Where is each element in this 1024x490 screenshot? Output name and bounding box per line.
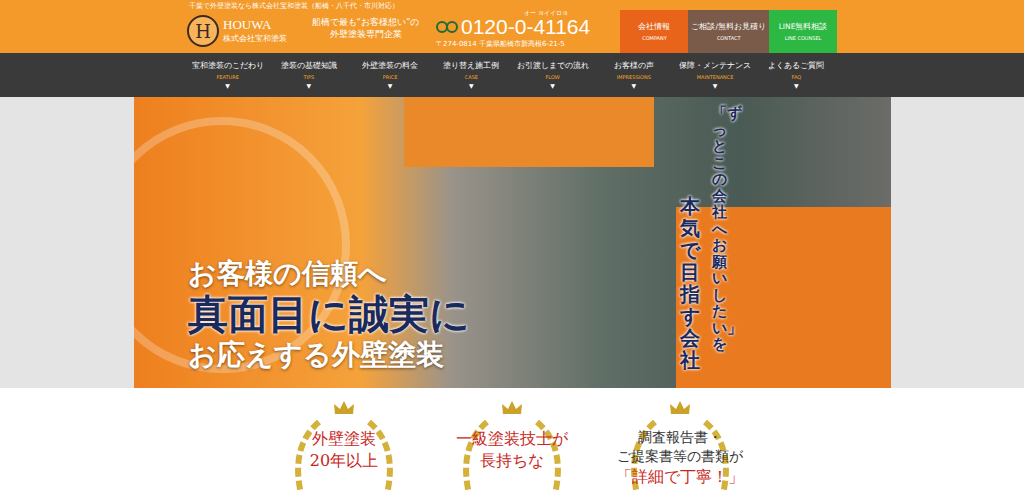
hero-photo: お客様の信頼へ真面目に誠実にお応えする外壁塗装 「ずっとこの会社へお願いしたい」を… <box>134 97 891 388</box>
page: 千葉で外壁塗装なら株式会社宝和塗装（船橋・八千代・市川対応） H HOUWA株式会社… <box>0 0 1024 490</box>
arrow-icon: ▼ <box>469 82 474 89</box>
logo-icon: H <box>187 15 219 47</box>
badge: 外壁塗装20年以上 <box>279 400 409 490</box>
top-caption: 千葉で外壁塗装なら株式会社宝和塗装（船橋・八千代・市川対応） <box>189 1 399 11</box>
nav-item[interactable]: よくあるご質問FAQ▼ <box>756 53 837 97</box>
phone[interactable]: オー ヨイイロヨ0120-0-41164〒274-0814 千葉県船橋市新高根6… <box>436 10 606 53</box>
header: 千葉で外壁塗装なら株式会社宝和塗装（船橋・八千代・市川対応） H HOUWA株式会社… <box>0 0 1024 53</box>
arrow-icon: ▼ <box>388 82 393 89</box>
arrow-icon: ▼ <box>225 82 230 89</box>
phone-number: 0120-0-41164 <box>461 16 590 38</box>
crown-icon <box>501 400 523 416</box>
logo[interactable]: H HOUWA株式会社宝和塗装 <box>187 15 295 53</box>
crown-icon <box>333 400 355 416</box>
header-button[interactable]: ご相談/無料お見積りCONTACT <box>688 10 769 53</box>
arrow-icon: ▼ <box>713 82 718 89</box>
nav-item[interactable]: 塗り替え施工例CASE▼ <box>431 53 512 97</box>
arrow-icon: ▼ <box>307 82 312 89</box>
nav-item[interactable]: お引渡しまでの流れFLOW▼ <box>512 53 593 97</box>
nav-item[interactable]: お客様の声IMPRESSIONS▼ <box>593 53 674 97</box>
company-name: 株式会社宝和塗装 <box>223 33 287 44</box>
hero-line: お応えする外壁塗装 <box>188 338 470 372</box>
vertical-copy: 「ずっとこの会社へお願いしたい」を <box>712 105 727 353</box>
arrow-icon: ▼ <box>550 82 555 89</box>
nav-item[interactable]: 外壁塗装の料金PRICE▼ <box>350 53 431 97</box>
nav-item[interactable]: 塗装の基礎知識TIPS▼ <box>268 53 349 97</box>
hero-line: 真面目に誠実に <box>188 290 470 338</box>
tagline: 船橋で最も“お客様想い”の外壁塗装専門企業 <box>303 17 428 53</box>
nav-item[interactable]: 宝和塗装のこだわりFEATURE▼ <box>187 53 268 97</box>
logo-name: HOUWA <box>223 18 287 32</box>
header-button[interactable]: 会社情報COMPANY <box>620 10 688 53</box>
address: 〒274-0814 千葉県船橋市新高根6-21-5 <box>436 39 606 49</box>
vertical-copy: 本気で目指す会社 <box>680 195 700 371</box>
arrow-icon: ▼ <box>632 82 637 89</box>
badge: 調査報告書・ご提案書等の書類が「詳細で丁寧！」 <box>615 400 745 490</box>
nav-item[interactable]: 保障・メンテナンスMAINTENANCE▼ <box>675 53 756 97</box>
header-button[interactable]: LINE無料相談LINE COUNSEL <box>769 10 837 53</box>
main-nav: 宝和塗装のこだわりFEATURE▼塗装の基礎知識TIPS▼外壁塗装の料金PRIC… <box>0 53 1024 97</box>
crown-icon <box>669 400 691 416</box>
hero-line: お客様の信頼へ <box>188 257 470 291</box>
arrow-icon: ▼ <box>794 82 799 89</box>
free-dial-icon <box>436 20 458 34</box>
badge: 一級塗装技士が長持ちな <box>447 400 577 490</box>
badges: 外壁塗装20年以上一級塗装技士が長持ちな調査報告書・ご提案書等の書類が「詳細で丁… <box>0 388 1024 490</box>
hero-copy: お客様の信頼へ真面目に誠実にお応えする外壁塗装 <box>188 257 470 372</box>
hero: お客様の信頼へ真面目に誠実にお応えする外壁塗装 「ずっとこの会社へお願いしたい」を… <box>0 97 1024 388</box>
